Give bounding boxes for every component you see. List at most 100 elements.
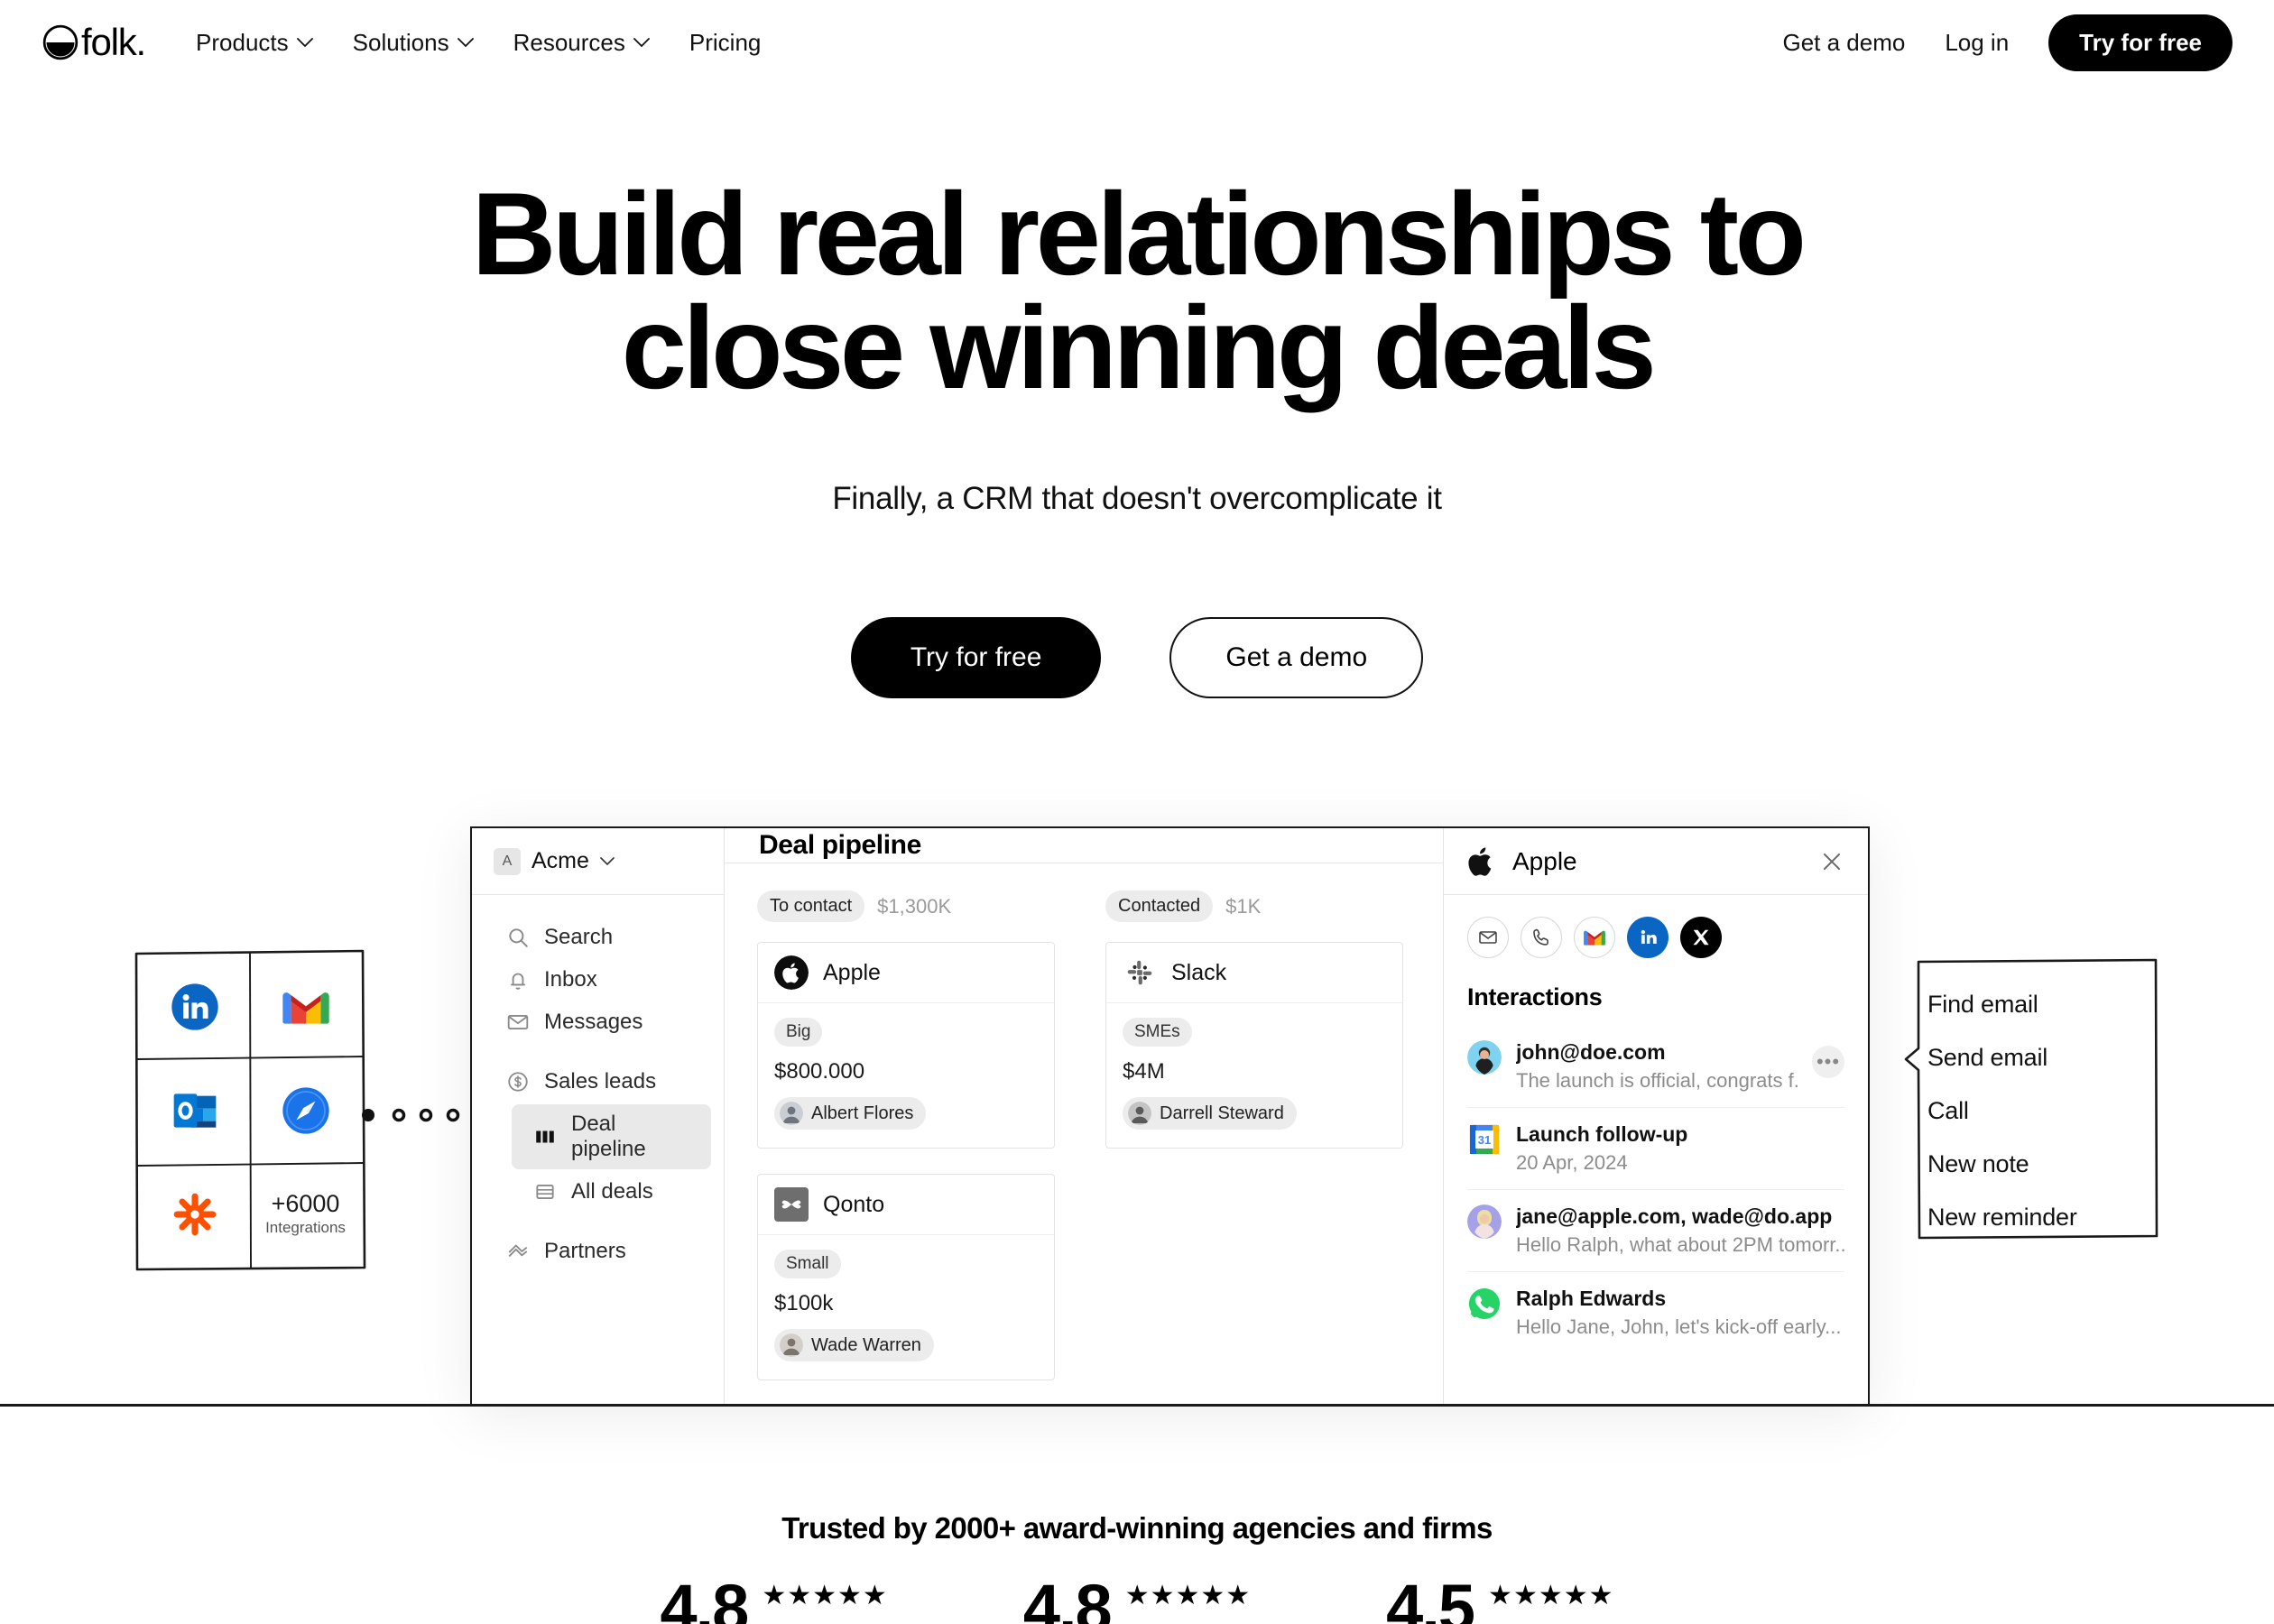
get-a-demo-link[interactable]: Get a demo [1782, 29, 1905, 57]
email-action-button[interactable] [1467, 917, 1509, 958]
interaction-subtitle: Hello Jane, John, let's kick-off early..… [1516, 1315, 1842, 1338]
sidebar-item-label: Sales leads [544, 1069, 657, 1093]
sidebar-item-label: Inbox [544, 967, 597, 992]
sidebar-item-all-deals[interactable]: All deals [512, 1172, 711, 1212]
rating-score: 4.8 [1022, 1571, 1113, 1624]
sidebar-item-label: Partners [544, 1239, 626, 1263]
rating-stars: ★★★★★ [1488, 1581, 1614, 1610]
avatar-john [1467, 1040, 1502, 1075]
menu-item-send-email[interactable]: Send email [1927, 1031, 2146, 1084]
deal-card-body: Small $100k Wade Warren [758, 1235, 1054, 1379]
phone-action-button[interactable] [1521, 917, 1562, 958]
rating-score: 4.5 [1386, 1571, 1475, 1624]
dollar-circle-icon [508, 1072, 528, 1092]
integration-cell-linkedin[interactable] [139, 955, 250, 1058]
interaction-row[interactable]: jane@apple.com, wade@do.app Hello Ralph,… [1467, 1190, 1844, 1272]
integration-cell-count: +6000 Integrations [250, 1162, 361, 1266]
svg-text:31: 31 [1478, 1133, 1491, 1147]
nav-item-products[interactable]: Products [196, 29, 313, 57]
log-in-link[interactable]: Log in [1945, 29, 2009, 57]
deal-amount: $4M [1123, 1059, 1165, 1084]
sidebar-item-inbox[interactable]: Inbox [485, 960, 711, 1000]
deal-owner[interactable]: Darrell Steward [1123, 1097, 1297, 1130]
pipeline-columns: To contact $1,300K Apple Big $800.000 Al… [725, 863, 1443, 1406]
workspace-avatar: A [494, 847, 521, 875]
deal-owner-name: Albert Flores [811, 1103, 914, 1123]
sidebar-item-deal-pipeline[interactable]: Deal pipeline [512, 1104, 711, 1169]
interaction-row[interactable]: 31 Launch follow-up 20 Apr, 2024 [1467, 1108, 1844, 1190]
rating-item: 4.5 ★★★★★ [1386, 1571, 1614, 1624]
context-menu: Find email Send email Call New note New … [1904, 958, 2158, 1240]
nav-item-solutions[interactable]: Solutions [353, 29, 474, 57]
folk-logo[interactable]: folk. [42, 23, 146, 61]
integration-cell-safari[interactable] [250, 1058, 361, 1162]
linkedin-icon [1641, 929, 1657, 945]
google-calendar-icon: 31 [1469, 1124, 1500, 1155]
landing-page: folk. Products Solutions Resources Prici… [0, 0, 2274, 1624]
column-header: Contacted $1K [1105, 890, 1403, 922]
deal-card-qonto[interactable]: Qonto Small $100k Wade Warren [757, 1174, 1055, 1380]
interaction-row[interactable]: john@doe.com The launch is official, con… [1467, 1026, 1844, 1108]
gmail-action-button[interactable] [1574, 917, 1615, 958]
status-badge: Contacted [1105, 890, 1214, 922]
sidebar-item-label: Search [544, 925, 614, 949]
interaction-row[interactable]: Ralph Edwards Hello Jane, John, let's ki… [1467, 1272, 1844, 1353]
try-for-free-button[interactable]: Try for free [2048, 14, 2232, 71]
deal-card-apple[interactable]: Apple Big $800.000 Albert Flores [757, 942, 1055, 1149]
pipeline-header: Deal pipeline [725, 828, 1443, 863]
deal-card-body: SMEs $4M Darrell Steward [1106, 1003, 1402, 1148]
contact-actions [1467, 917, 1844, 958]
integration-cell-zapier[interactable] [139, 1162, 250, 1266]
avatar-jane [1467, 1204, 1502, 1239]
sidebar-item-label: Messages [544, 1010, 643, 1034]
hero-get-a-demo-button[interactable]: Get a demo [1169, 617, 1424, 698]
columns-icon [536, 1130, 554, 1143]
status-badge: To contact [757, 890, 865, 922]
deal-tag: SMEs [1123, 1018, 1192, 1047]
menu-item-new-note[interactable]: New note [1927, 1138, 2146, 1191]
interaction-text: Launch follow-up 20 Apr, 2024 [1516, 1122, 1844, 1175]
chevron-down-icon [457, 37, 474, 47]
sidebar-item-sales-leads[interactable]: Sales leads [485, 1062, 711, 1102]
linkedin-action-button[interactable] [1627, 917, 1669, 958]
rating-score: 4.8 [660, 1571, 749, 1624]
sidebar-item-messages[interactable]: Messages [485, 1002, 711, 1042]
menu-item-call[interactable]: Call [1927, 1084, 2146, 1138]
qonto-logo [774, 1187, 809, 1222]
interaction-more-button[interactable]: ••• [1812, 1046, 1844, 1078]
deal-card-slack[interactable]: Slack SMEs $4M Darrell Steward [1105, 942, 1403, 1149]
deal-owner[interactable]: Wade Warren [774, 1329, 934, 1361]
chevron-down-icon [633, 37, 650, 47]
column-total: $1,300K [877, 894, 952, 918]
handshake-icon [508, 1244, 528, 1258]
nav-item-resources[interactable]: Resources [513, 29, 650, 57]
hero-try-for-free-button[interactable]: Try for free [850, 617, 1102, 698]
integration-cell-gmail[interactable] [250, 955, 361, 1058]
sidebar-item-partners[interactable]: Partners [485, 1232, 711, 1271]
envelope-icon [507, 1015, 529, 1029]
interaction-subtitle: Hello Ralph, what about 2PM tomorr... [1516, 1233, 1844, 1256]
deal-card-body: Big $800.000 Albert Flores [758, 1003, 1054, 1148]
deal-owner[interactable]: Albert Flores [774, 1097, 927, 1130]
nav-item-pricing[interactable]: Pricing [689, 29, 761, 57]
close-icon[interactable] [1819, 849, 1844, 874]
phone-icon [1533, 928, 1548, 946]
integrations-count-label: Integrations [265, 1218, 346, 1236]
x-twitter-action-button[interactable] [1680, 917, 1722, 958]
nav-label: Resources [513, 28, 625, 56]
integration-cell-outlook[interactable] [139, 1058, 250, 1162]
search-icon [509, 928, 528, 947]
panel-body: Interactions john@doe.com The launch is … [1444, 895, 1868, 1375]
deal-card-header: Apple [758, 943, 1054, 1003]
apple-logo [1468, 846, 1492, 876]
main-nav: Products Solutions Resources Pricing [196, 29, 761, 57]
zapier-icon [173, 1193, 216, 1235]
integrations-grid: +6000 Integrations [139, 955, 361, 1266]
menu-item-find-email[interactable]: Find email [1927, 978, 2146, 1031]
interaction-title: Ralph Edwards [1516, 1287, 1667, 1310]
context-menu-items: Find email Send email Call New note New … [1927, 978, 2146, 1244]
workspace-switcher[interactable]: A Acme [472, 828, 724, 895]
menu-item-new-reminder[interactable]: New reminder [1927, 1191, 2146, 1244]
page-title: Build real relationships to close winnin… [0, 175, 2274, 406]
sidebar-item-search[interactable]: Search [485, 918, 711, 957]
